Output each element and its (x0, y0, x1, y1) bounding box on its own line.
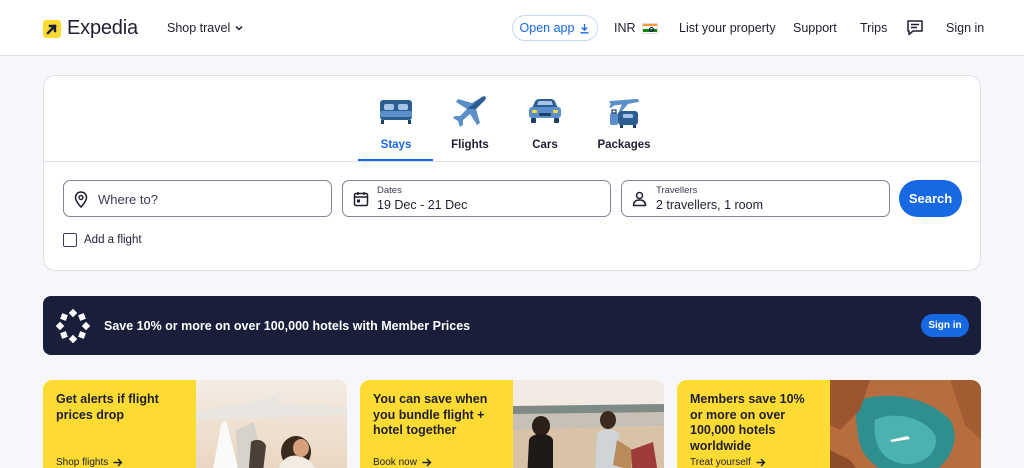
beach-couple-photo (513, 380, 664, 468)
destination-input[interactable]: Where to? (63, 180, 332, 217)
calendar-icon (353, 192, 369, 207)
travellers-input[interactable]: Travellers 2 travellers, 1 room (621, 180, 890, 217)
destination-placeholder: Where to? (98, 192, 158, 207)
top-header: Expedia Shop travel Open app INR List yo… (0, 0, 1024, 56)
add-flight-label: Add a flight (84, 234, 142, 246)
open-app-button[interactable]: Open app (512, 15, 598, 41)
promo-card-members[interactable]: Members save 10% or more on over 100,000… (677, 380, 981, 468)
member-prices-banner: Save 10% or more on over 100,000 hotels … (43, 296, 981, 355)
promo-cta-link[interactable]: Shop flights (56, 457, 123, 468)
bed-icon (358, 92, 434, 130)
promo-cta-label: Treat yourself (690, 457, 751, 468)
search-card: Stays Flights Cars Packages Where to? Da… (43, 75, 981, 271)
arrow-right-icon (113, 458, 123, 467)
shop-travel-label: Shop travel (167, 21, 231, 35)
arrow-right-icon (422, 458, 432, 467)
travel-tabs: Stays Flights Cars Packages (44, 76, 980, 162)
airplane-icon (432, 92, 508, 130)
promo-cta-label: Book now (373, 457, 417, 468)
airplane-boarding-photo (196, 380, 347, 468)
dates-value: 19 Dec - 21 Dec (377, 198, 468, 212)
promo-cta-link[interactable]: Treat yourself (690, 457, 766, 468)
download-icon (580, 23, 589, 33)
chevron-down-icon (235, 25, 243, 31)
member-banner-text: Save 10% or more on over 100,000 hotels … (104, 319, 471, 333)
member-sign-in-button[interactable]: Sign in (921, 314, 969, 337)
shop-travel-menu[interactable]: Shop travel (167, 21, 244, 35)
active-tab-indicator (358, 159, 433, 161)
travellers-value: 2 travellers, 1 room (656, 198, 763, 212)
trips-link[interactable]: Trips (860, 21, 887, 35)
promo-text-panel: Members save 10% or more on over 100,000… (677, 380, 830, 468)
promo-cta-link[interactable]: Book now (373, 457, 432, 468)
expedia-logo[interactable]: Expedia (43, 17, 138, 40)
tab-packages-label: Packages (597, 139, 651, 151)
currency-selector[interactable]: INR (614, 21, 658, 35)
promo-text-panel: You can save when you bundle flight + ho… (360, 380, 513, 468)
member-badge-icon (55, 308, 91, 344)
tab-stays[interactable]: Stays (358, 92, 434, 151)
promo-headline: Get alerts if flight prices drop (56, 392, 159, 422)
dates-label: Dates (377, 185, 402, 196)
search-button[interactable]: Search (899, 180, 962, 217)
dates-input[interactable]: Dates 19 Dec - 21 Dec (342, 180, 611, 217)
car-icon (507, 92, 583, 130)
sign-in-link[interactable]: Sign in (946, 21, 984, 35)
currency-label: INR (614, 21, 636, 35)
arrow-right-icon (756, 458, 766, 467)
tab-cars[interactable]: Cars (507, 92, 583, 151)
india-flag-icon (641, 22, 658, 34)
location-pin-icon (74, 191, 88, 208)
support-link[interactable]: Support (793, 21, 837, 35)
promo-card-bundle[interactable]: You can save when you bundle flight + ho… (360, 380, 664, 468)
person-icon (632, 191, 647, 207)
chat-icon[interactable] (906, 19, 924, 37)
promo-headline: Members save 10% or more on over 100,000… (690, 392, 805, 453)
promo-text-panel: Get alerts if flight prices drop Shop fl… (43, 380, 196, 468)
tab-cars-label: Cars (532, 139, 558, 151)
promo-cta-label: Shop flights (56, 457, 109, 468)
list-property-link[interactable]: List your property (679, 21, 776, 35)
travellers-label: Travellers (656, 185, 698, 196)
open-app-label: Open app (519, 21, 575, 35)
promo-headline: You can save when you bundle flight + ho… (373, 392, 488, 437)
expedia-logo-icon (43, 19, 61, 38)
logo-text: Expedia (67, 17, 138, 39)
add-flight-checkbox[interactable] (63, 233, 77, 247)
tab-stays-label: Stays (380, 139, 412, 151)
tab-flights[interactable]: Flights (432, 92, 508, 151)
add-flight-option[interactable]: Add a flight (63, 233, 142, 247)
coastal-cliffs-photo (830, 380, 981, 468)
packages-icon (586, 92, 662, 130)
tab-packages[interactable]: Packages (586, 92, 662, 151)
promo-card-flight-alerts[interactable]: Get alerts if flight prices drop Shop fl… (43, 380, 347, 468)
tab-flights-label: Flights (451, 139, 489, 151)
